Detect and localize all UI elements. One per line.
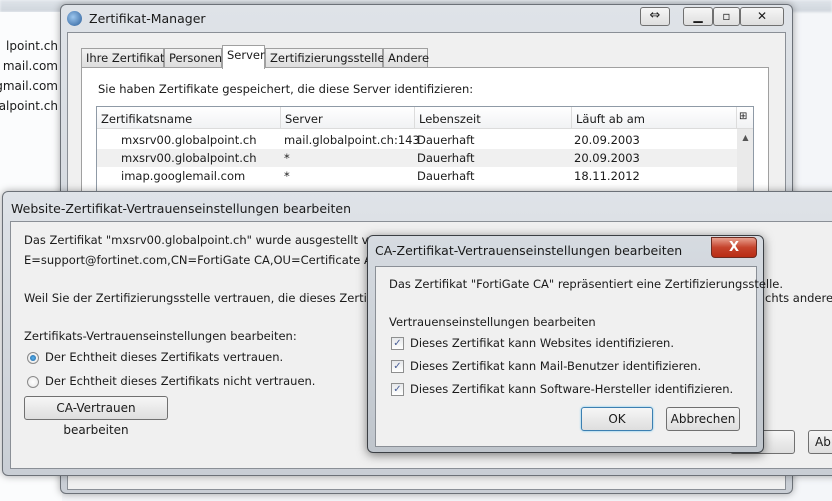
window-title: Zertifikat-Manager	[89, 11, 206, 26]
resize-icon[interactable]: ⇔	[640, 7, 670, 26]
radio-distrust-label[interactable]: Der Echtheit dieses Zertifikats nicht ve…	[45, 374, 315, 388]
table-row[interactable]: mxsrv00.globalpoint.ch mail.globalpoint.c…	[97, 131, 737, 149]
account-item[interactable]: lpoint.ch	[6, 39, 58, 53]
column-picker-icon[interactable]: ⊞	[737, 107, 753, 129]
cancel-button[interactable]: Abbrechen	[666, 407, 740, 431]
column-header[interactable]: Lebenszeit	[415, 107, 572, 129]
issuer-text: E=support@fortinet.com,CN=FortiGate CA,O…	[24, 253, 398, 267]
intro-text: Sie haben Zertifikate gespeichert, die d…	[98, 82, 474, 96]
account-item[interactable]: mail.com	[3, 59, 58, 73]
column-header[interactable]: Läuft ab am	[572, 107, 737, 129]
radio-trust-label[interactable]: Der Echtheit dieses Zertifikats vertraue…	[45, 350, 283, 364]
edit-trust-label: Zertifikats-Vertrauenseinstellungen bear…	[24, 329, 297, 343]
checkbox-software[interactable]: ✓	[391, 383, 404, 396]
scrollbar[interactable]: ▲	[737, 129, 753, 195]
checkbox-software-label[interactable]: Dieses Zertifikat kann Software-Herstell…	[410, 382, 733, 396]
trust-section-label: Vertrauenseinstellungen bearbeiten	[389, 315, 596, 329]
account-item[interactable]: alpoint.ch	[0, 99, 58, 113]
ok-button[interactable]: OK	[581, 407, 653, 431]
maximize-button[interactable]: ▫	[713, 7, 740, 26]
dialog-title: Website-Zertifikat-Vertrauenseinstellung…	[11, 201, 352, 216]
table-row[interactable]: mxsrv00.globalpoint.ch * Dauerhaft 20.09.20…	[97, 149, 737, 167]
explanation-text-tail: chts anderes	[765, 291, 832, 305]
ca-description: Das Zertifikat "FortiGate CA" repräsenti…	[389, 277, 784, 291]
tab-personen[interactable]: Personen	[164, 48, 222, 68]
explanation-text: Weil Sie der Zertifizierungsstelle vertr…	[24, 291, 411, 305]
column-header[interactable]: Zertifikatsname	[97, 107, 281, 129]
radio-distrust[interactable]	[27, 376, 39, 388]
certificate-table: Zertifikatsname Server Lebenszeit Läuft …	[96, 106, 754, 196]
checkbox-websites[interactable]: ✓	[391, 337, 404, 350]
tab-server[interactable]: Server	[222, 45, 265, 69]
cancel-button-partial[interactable]: Abl	[808, 430, 832, 454]
tab-zertifizierungsstellen[interactable]: Zertifizierungsstellen	[265, 48, 392, 68]
close-button[interactable]: ✕	[740, 7, 784, 26]
dialog-title: CA-Zertifikat-Vertrauenseinstellungen be…	[375, 243, 683, 258]
tab-ihre-zertifikate[interactable]: Ihre Zertifikate	[81, 48, 172, 68]
account-item[interactable]: gmail.com	[0, 79, 58, 93]
checkbox-websites-label[interactable]: Dieses Zertifikat kann Websites identifi…	[410, 336, 674, 350]
checkbox-mail-users-label[interactable]: Dieses Zertifikat kann Mail-Benutzer ide…	[410, 359, 701, 373]
radio-trust[interactable]	[27, 352, 39, 364]
checkbox-mail-users[interactable]: ✓	[391, 360, 404, 373]
table-row[interactable]: imap.googlemail.com * Dauerhaft 18.11.2012	[97, 167, 737, 185]
tab-andere[interactable]: Andere	[383, 48, 429, 68]
thunderbird-icon	[67, 11, 82, 26]
edit-ca-trust-button[interactable]: CA-Vertrauen bearbeiten	[24, 396, 168, 437]
column-header[interactable]: Server	[281, 107, 415, 129]
close-button[interactable]: X	[711, 237, 757, 258]
minimize-button[interactable]: ▁	[683, 7, 713, 26]
issued-by-text: Das Zertifikat "mxsrv00.globalpoint.ch" …	[24, 233, 387, 247]
